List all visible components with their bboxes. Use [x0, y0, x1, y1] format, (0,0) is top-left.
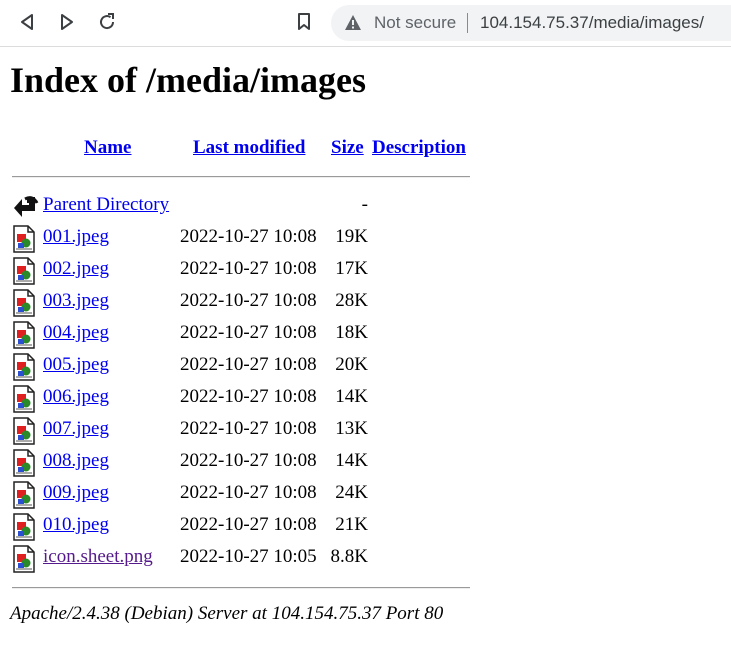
bookmark-icon: [298, 13, 310, 30]
file-size: 8.8K: [330, 546, 368, 567]
forward-button[interactable]: [52, 7, 82, 37]
file-link[interactable]: icon.sheet.png: [43, 546, 153, 568]
address-bar[interactable]: Not secure 104.154.75.37/media/images/: [331, 5, 731, 41]
url-text[interactable]: 104.154.75.37/media/images/: [480, 13, 704, 33]
file-size: 28K: [335, 290, 368, 311]
sort-by-last-modified-link[interactable]: Last modified: [193, 137, 305, 159]
file-size: 24K: [335, 482, 368, 503]
last-modified: 2022-10-27 10:08: [180, 418, 317, 439]
file-row: 008.jpeg 2022-10-27 10:08 14K: [0, 447, 480, 479]
image-file-icon: [13, 385, 35, 413]
file-row: 006.jpeg 2022-10-27 10:08 14K: [0, 383, 480, 415]
address-bar-divider: [467, 13, 468, 33]
image-file-icon: [13, 289, 35, 317]
image-file-icon: [13, 545, 35, 573]
file-row: 001.jpeg 2022-10-27 10:08 19K: [0, 223, 480, 255]
last-modified: 2022-10-27 10:08: [180, 514, 317, 535]
last-modified: 2022-10-27 10:08: [180, 322, 317, 343]
file-row: 005.jpeg 2022-10-27 10:08 20K: [0, 351, 480, 383]
file-size: 13K: [335, 418, 368, 439]
back-button[interactable]: [12, 7, 42, 37]
file-size: -: [361, 194, 368, 215]
file-link[interactable]: 004.jpeg: [43, 322, 109, 344]
file-row: 003.jpeg 2022-10-27 10:08 28K: [0, 287, 480, 319]
image-file-icon: [13, 225, 35, 253]
forward-arrow-icon: [61, 14, 73, 30]
file-link[interactable]: 003.jpeg: [43, 290, 109, 312]
image-file-icon: [13, 513, 35, 541]
image-file-icon: [13, 353, 35, 381]
file-link[interactable]: 002.jpeg: [43, 258, 109, 280]
back-arrow-icon: [21, 14, 33, 30]
page-title: Index of /media/images: [10, 60, 366, 100]
file-size: 17K: [335, 258, 368, 279]
security-status-text[interactable]: Not secure: [374, 13, 456, 33]
file-link[interactable]: 001.jpeg: [43, 226, 109, 248]
file-size: 21K: [335, 514, 368, 535]
parent-directory-row: Parent Directory -: [0, 191, 480, 223]
last-modified: 2022-10-27 10:08: [180, 450, 317, 471]
last-modified: 2022-10-27 10:08: [180, 354, 317, 375]
header-divider: [12, 176, 470, 178]
last-modified: 2022-10-27 10:08: [180, 482, 317, 503]
image-file-icon: [13, 481, 35, 509]
last-modified: 2022-10-27 10:08: [180, 258, 317, 279]
last-modified: 2022-10-27 10:08: [180, 386, 317, 407]
last-modified: 2022-10-27 10:05: [180, 546, 317, 567]
file-row: 002.jpeg 2022-10-27 10:08 17K: [0, 255, 480, 287]
file-link[interactable]: 010.jpeg: [43, 514, 109, 536]
parent-directory-link[interactable]: Parent Directory: [43, 194, 169, 216]
bookmark-button[interactable]: [289, 7, 319, 37]
file-size: 14K: [335, 386, 368, 407]
file-row: 010.jpeg 2022-10-27 10:08 21K: [0, 511, 480, 543]
file-row: 009.jpeg 2022-10-27 10:08 24K: [0, 479, 480, 511]
sort-by-name-link[interactable]: Name: [84, 137, 131, 159]
file-size: 18K: [335, 322, 368, 343]
file-row: icon.sheet.png 2022-10-27 10:05 8.8K: [0, 543, 480, 575]
file-size: 19K: [335, 226, 368, 247]
file-size: 20K: [335, 354, 368, 375]
image-file-icon: [13, 321, 35, 349]
sort-by-description-link[interactable]: Description: [372, 137, 466, 159]
file-link[interactable]: 007.jpeg: [43, 418, 109, 440]
file-size: 14K: [335, 450, 368, 471]
file-link[interactable]: 006.jpeg: [43, 386, 109, 408]
file-row: 004.jpeg 2022-10-27 10:08 18K: [0, 319, 480, 351]
file-link[interactable]: 009.jpeg: [43, 482, 109, 504]
sort-by-size-link[interactable]: Size: [331, 137, 364, 159]
file-link[interactable]: 008.jpeg: [43, 450, 109, 472]
last-modified: 2022-10-27 10:08: [180, 290, 317, 311]
image-file-icon: [13, 449, 35, 477]
file-link[interactable]: 005.jpeg: [43, 354, 109, 376]
image-file-icon: [13, 417, 35, 445]
file-row: 007.jpeg 2022-10-27 10:08 13K: [0, 415, 480, 447]
reload-button[interactable]: [92, 7, 122, 37]
last-modified: 2022-10-27 10:08: [180, 226, 317, 247]
back-icon: [14, 196, 39, 217]
image-file-icon: [13, 257, 35, 285]
footer-divider: [12, 587, 470, 589]
warning-triangle-icon[interactable]: [344, 14, 362, 31]
server-signature: Apache/2.4.38 (Debian) Server at 104.154…: [10, 603, 444, 624]
reload-icon: [100, 13, 115, 30]
browser-toolbar: Not secure 104.154.75.37/media/images/: [0, 0, 731, 47]
